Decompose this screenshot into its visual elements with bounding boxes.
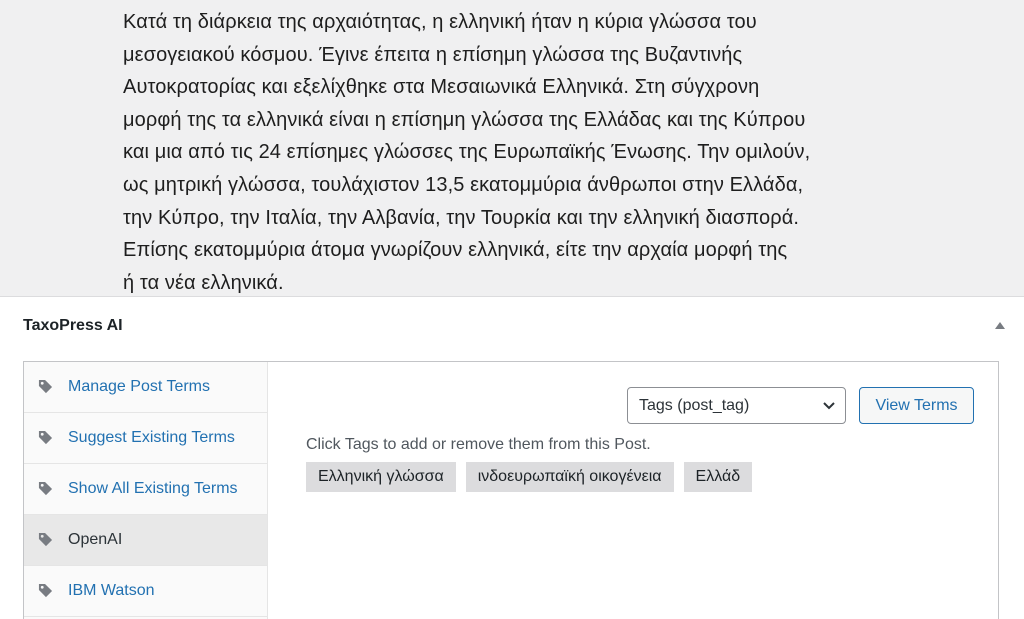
metabox-header: TaxoPress AI [0, 297, 1024, 357]
view-terms-button[interactable]: View Terms [859, 387, 974, 424]
taxopress-panel: Manage Post Terms Suggest Existing Terms… [23, 361, 999, 619]
term-tag[interactable]: Ελλάδ [683, 462, 753, 492]
tag-icon [38, 430, 53, 445]
taxonomy-select-value: Tags (post_tag) [639, 397, 750, 414]
tab-ibm-watson[interactable]: IBM Watson [24, 566, 267, 617]
tab-show-all-existing-terms[interactable]: Show All Existing Terms [24, 464, 267, 515]
taxonomy-select[interactable]: Tags (post_tag) [627, 387, 846, 424]
tab-label: OpenAI [68, 531, 123, 548]
tag-icon [38, 532, 53, 547]
term-list: Ελληνική γλώσσα ινδοευρωπαϊκή οικογένεια… [306, 462, 753, 492]
tag-icon [38, 481, 53, 496]
metabox-title: TaxoPress AI [23, 317, 123, 334]
tab-label: Manage Post Terms [68, 378, 210, 395]
tag-icon [38, 583, 53, 598]
terms-hint: Click Tags to add or remove them from th… [306, 436, 651, 453]
tab-manage-post-terms[interactable]: Manage Post Terms [24, 362, 267, 413]
term-tag[interactable]: ινδοευρωπαϊκή οικογένεια [465, 462, 674, 492]
post-content-paragraph[interactable]: Κατά τη διάρκεια της αρχαιότητας, η ελλη… [123, 6, 903, 299]
tab-openai[interactable]: OpenAI [24, 515, 267, 566]
tab-list: Manage Post Terms Suggest Existing Terms… [24, 362, 268, 619]
taxopress-ai-metabox: TaxoPress AI Manage Post Terms Suggest E… [0, 296, 1024, 619]
triangle-up-icon[interactable] [995, 322, 1005, 329]
term-tag[interactable]: Ελληνική γλώσσα [306, 462, 456, 492]
tab-label: Suggest Existing Terms [68, 429, 235, 446]
tab-label: IBM Watson [68, 582, 155, 599]
tab-label: Show All Existing Terms [68, 480, 238, 497]
tab-suggest-existing-terms[interactable]: Suggest Existing Terms [24, 413, 267, 464]
tab-content: Tags (post_tag) View Terms Click Tags to… [269, 362, 998, 619]
tag-icon [38, 379, 53, 394]
chevron-down-icon [823, 402, 835, 410]
